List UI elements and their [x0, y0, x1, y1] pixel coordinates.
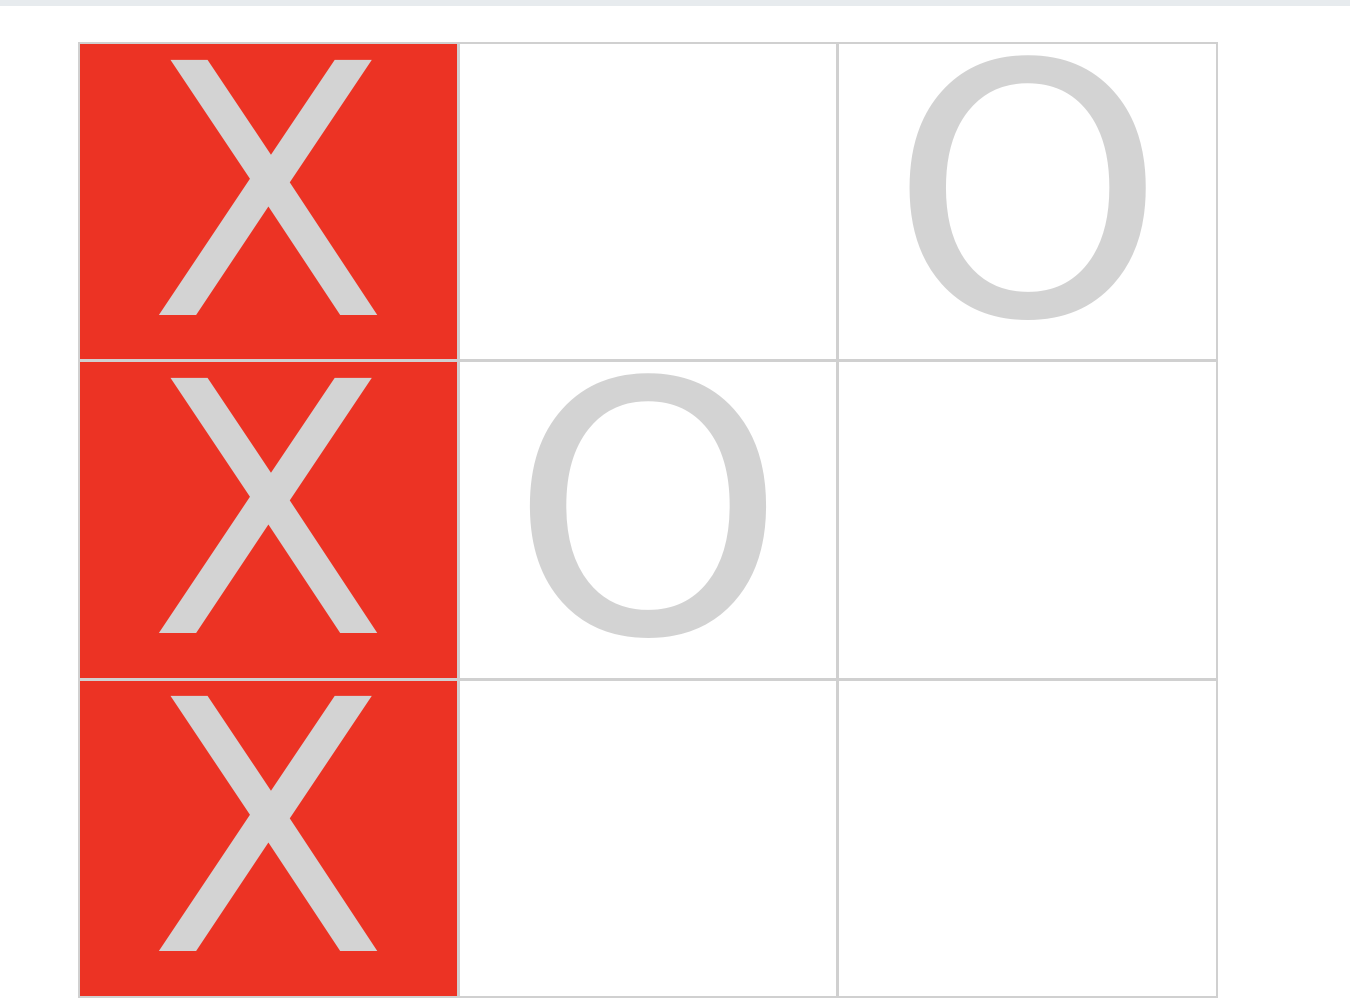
board-cell-r2c1[interactable]: X [80, 362, 457, 678]
board-cell-r1c2[interactable] [459, 44, 837, 360]
cell-mark: O [889, 44, 1166, 360]
board-cell-r3c1[interactable]: X [80, 680, 457, 996]
board-cell-r1c3[interactable]: O [839, 44, 1216, 360]
board-cell-r1c1[interactable]: X [80, 44, 457, 360]
board-cell-r3c2[interactable] [459, 680, 837, 996]
board-cell-r2c3[interactable] [839, 362, 1216, 678]
tic-tac-toe-board: X O X O X [78, 42, 1218, 998]
top-strip [0, 0, 1350, 6]
cell-mark: X [148, 44, 389, 360]
cell-mark: X [148, 680, 389, 996]
board-cell-r2c2[interactable]: O [459, 362, 837, 678]
board-cell-r3c3[interactable] [839, 680, 1216, 996]
cell-mark: X [148, 362, 389, 678]
cell-mark: O [510, 362, 786, 678]
